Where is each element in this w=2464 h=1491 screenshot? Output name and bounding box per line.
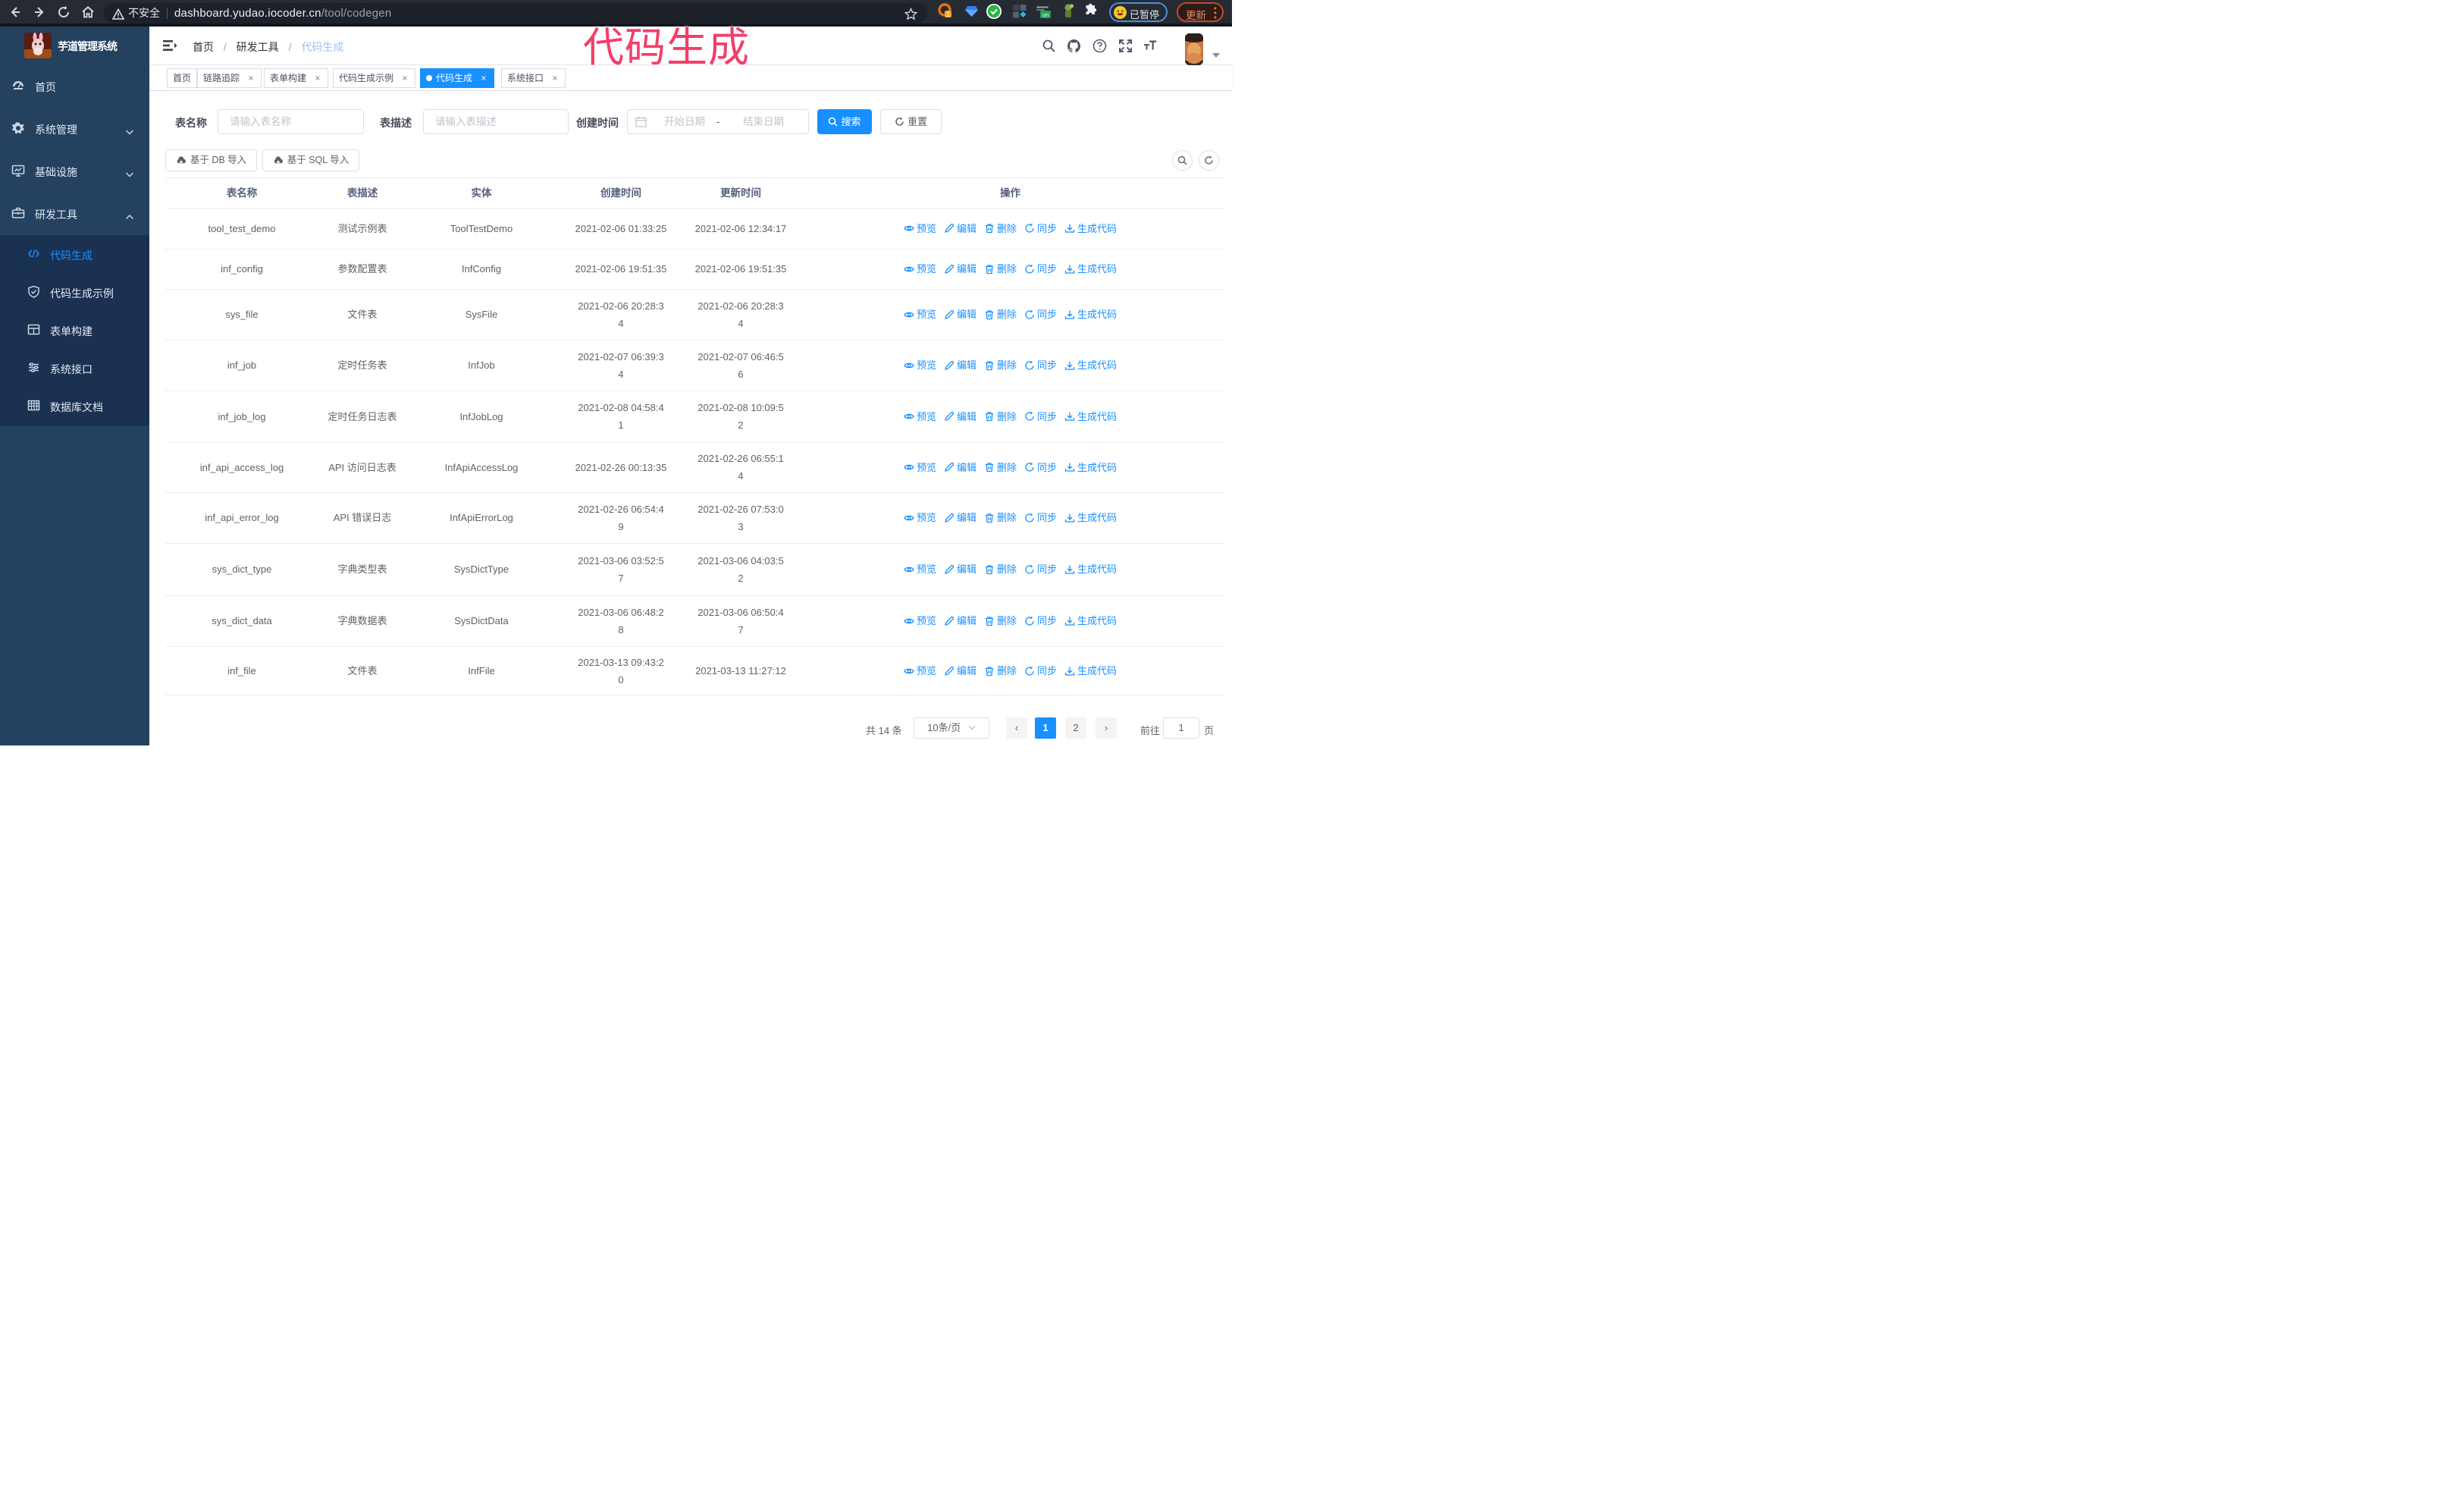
- svg-text:1: 1: [946, 11, 950, 18]
- svg-text:on: on: [1042, 11, 1049, 18]
